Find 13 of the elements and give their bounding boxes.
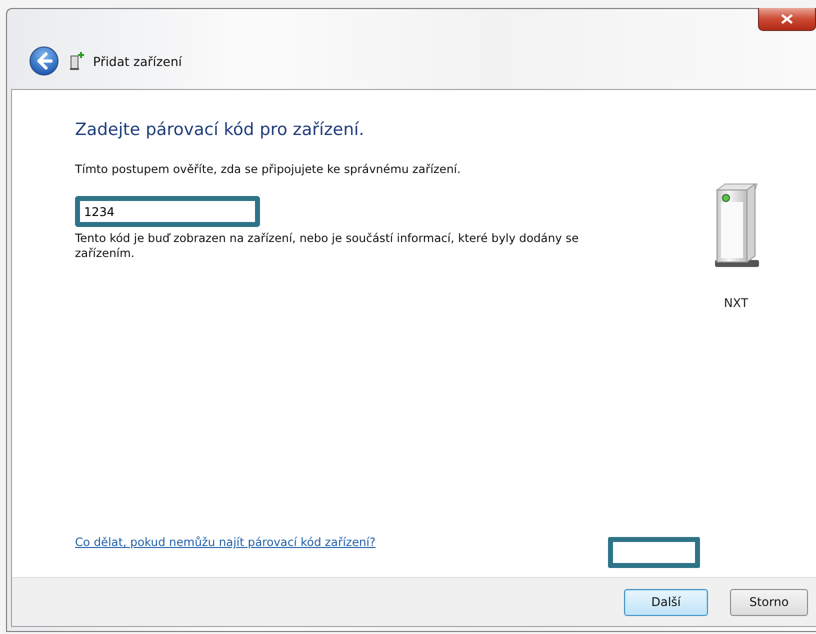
close-button[interactable] [758,8,816,31]
back-button[interactable] [29,46,59,76]
device-name: NXT [724,296,748,310]
window-title: Přidat zařízení [93,54,182,68]
pairing-code-field[interactable]: 1234 [75,196,260,227]
device-add-icon [69,51,85,71]
help-text: Tento kód je buď zobrazen na zařízení, nebo je součástí informací, které byly dodány se zařízením. [75,231,580,261]
instruction-text: Tímto postupem ověříte, zda se připojujete ke správnému zařízení. [75,162,462,176]
help-link[interactable]: Co dělat, pokud nemůžu najít párovací kód zařízení? [75,535,376,549]
next-button[interactable]: Další [624,588,708,616]
cancel-button[interactable]: Storno [730,588,808,616]
page-heading: Zadejte párovací kód pro zařízení. [75,120,366,140]
close-icon [781,14,793,24]
